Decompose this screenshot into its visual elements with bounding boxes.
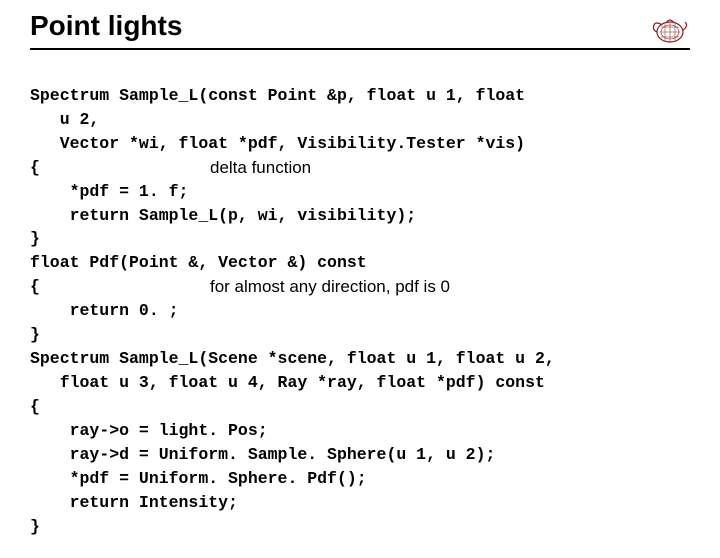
code-line: } xyxy=(30,517,40,536)
code-line: float Pdf(Point &, Vector &) const xyxy=(30,253,367,272)
code-line: ray->d = Uniform. Sample. Sphere(u 1, u … xyxy=(30,445,495,464)
code-line: ray->o = light. Pos; xyxy=(30,421,268,440)
code-line: Spectrum Sample_L(Scene *scene, float u … xyxy=(30,349,555,368)
annotation-pdfzero: for almost any direction, pdf is 0 xyxy=(210,275,450,300)
slide-title: Point lights xyxy=(30,10,182,42)
code-line: { xyxy=(30,277,40,296)
code-line: *pdf = 1. f; xyxy=(30,182,188,201)
code-block: Spectrum Sample_L(const Point &p, float … xyxy=(30,60,690,538)
code-line: Vector *wi, float *pdf, Visibility.Teste… xyxy=(30,134,525,153)
code-line: float u 3, float u 4, Ray *ray, float *p… xyxy=(30,373,545,392)
code-line: u 2, xyxy=(30,110,99,129)
code-line: return Intensity; xyxy=(30,493,238,512)
annotation-delta: delta function xyxy=(210,156,311,181)
code-line: *pdf = Uniform. Sphere. Pdf(); xyxy=(30,469,367,488)
code-line: Spectrum Sample_L(const Point &p, float … xyxy=(30,86,525,105)
teapot-logo-icon xyxy=(650,12,690,46)
slide: Point lights Spectrum Sample_L(const Poi… xyxy=(0,0,720,558)
code-line: } xyxy=(30,325,40,344)
code-line: return Sample_L(p, wi, visibility); xyxy=(30,206,416,225)
code-line: { xyxy=(30,397,40,416)
code-line: { xyxy=(30,158,40,177)
code-line: return 0. ; xyxy=(30,301,179,320)
code-line: } xyxy=(30,229,40,248)
header: Point lights xyxy=(30,10,690,50)
